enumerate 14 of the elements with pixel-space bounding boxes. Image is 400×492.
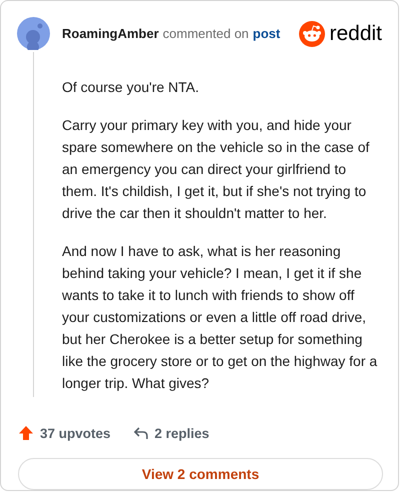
upvote-icon[interactable] — [18, 425, 34, 441]
post-link[interactable]: post — [252, 26, 280, 41]
reddit-logo-icon — [299, 20, 326, 46]
reply-icon[interactable] — [132, 425, 149, 441]
action-text: commented on — [162, 26, 249, 41]
upvote-count: 37 upvotes — [40, 426, 111, 440]
comment-paragraph: Of course you're NTA. — [62, 78, 200, 97]
comment-paragraph: And now I have to ask, what is her reasoning behind taking your vehicle? I mean, I get it if she wants to take it to lunch with friends to show off your customizations or even a little off road drive, but her Cherokee is a better setup for something like the grocery store or to get on the highway for a longer trip. What gives? — [62, 242, 378, 393]
username[interactable]: RoamingAmber — [62, 26, 159, 41]
brand-name: reddit — [329, 22, 382, 46]
comment-paragraph: Carry your primary key with you, and hide your spare somewhere on the vehicle so in the case of an emergency you can direct your girlfriend to them. It's childish, I get it, but if she's not trying to drive the car then it shouldn't matter to her. — [62, 116, 370, 223]
reply-count: 2 replies — [154, 426, 210, 440]
avatar-icon — [17, 17, 50, 50]
view-comments-button[interactable]: View 2 comments — [18, 458, 383, 490]
